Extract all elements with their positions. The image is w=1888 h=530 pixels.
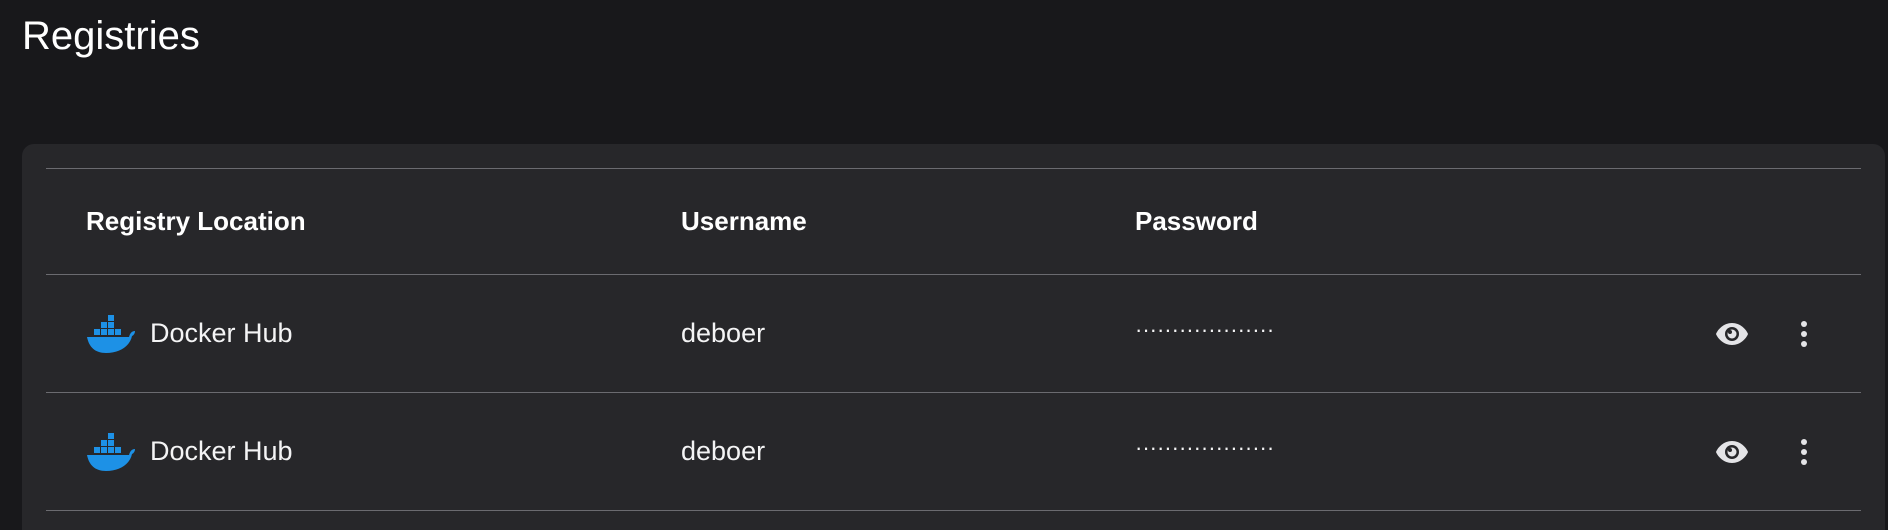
table-row: Docker Hub deboer ···················	[46, 392, 1861, 511]
row-actions	[1713, 275, 1823, 392]
table-header: Registry Location Username Password	[46, 168, 1861, 274]
column-header-password: Password	[1135, 206, 1258, 236]
registry-location-cell: Docker Hub	[86, 393, 293, 510]
row-kebab-menu-button[interactable]	[1785, 315, 1823, 353]
table-row: Docker Hub deboer ···················	[46, 274, 1861, 392]
masked-password: ···················	[1135, 316, 1275, 342]
masked-password: ···················	[1135, 434, 1275, 460]
password-cell: ···················	[1135, 275, 1274, 392]
username-cell: deboer	[681, 436, 766, 466]
registry-location-label: Docker Hub	[150, 436, 293, 466]
eye-icon	[1716, 322, 1748, 345]
registry-location-cell: Docker Hub	[86, 275, 293, 392]
username-cell: deboer	[681, 318, 766, 348]
docker-whale-icon	[87, 432, 135, 471]
eye-icon	[1716, 440, 1748, 463]
kebab-menu-icon	[1801, 438, 1807, 465]
column-header-registry-location: Registry Location	[86, 206, 306, 236]
row-actions	[1713, 393, 1823, 510]
registry-location-label: Docker Hub	[150, 318, 293, 348]
page-title: Registries	[22, 14, 200, 58]
registries-panel: Registry Location Username Password Dock…	[22, 144, 1885, 530]
docker-whale-icon	[87, 314, 135, 353]
password-cell: ···················	[1135, 393, 1274, 510]
registries-page: Registries Registry Location Username Pa…	[0, 0, 1888, 530]
registries-table: Registry Location Username Password Dock…	[46, 168, 1861, 511]
column-header-username: Username	[681, 206, 807, 236]
kebab-menu-icon	[1801, 320, 1807, 347]
show-password-button[interactable]	[1713, 315, 1751, 353]
row-kebab-menu-button[interactable]	[1785, 433, 1823, 471]
show-password-button[interactable]	[1713, 433, 1751, 471]
